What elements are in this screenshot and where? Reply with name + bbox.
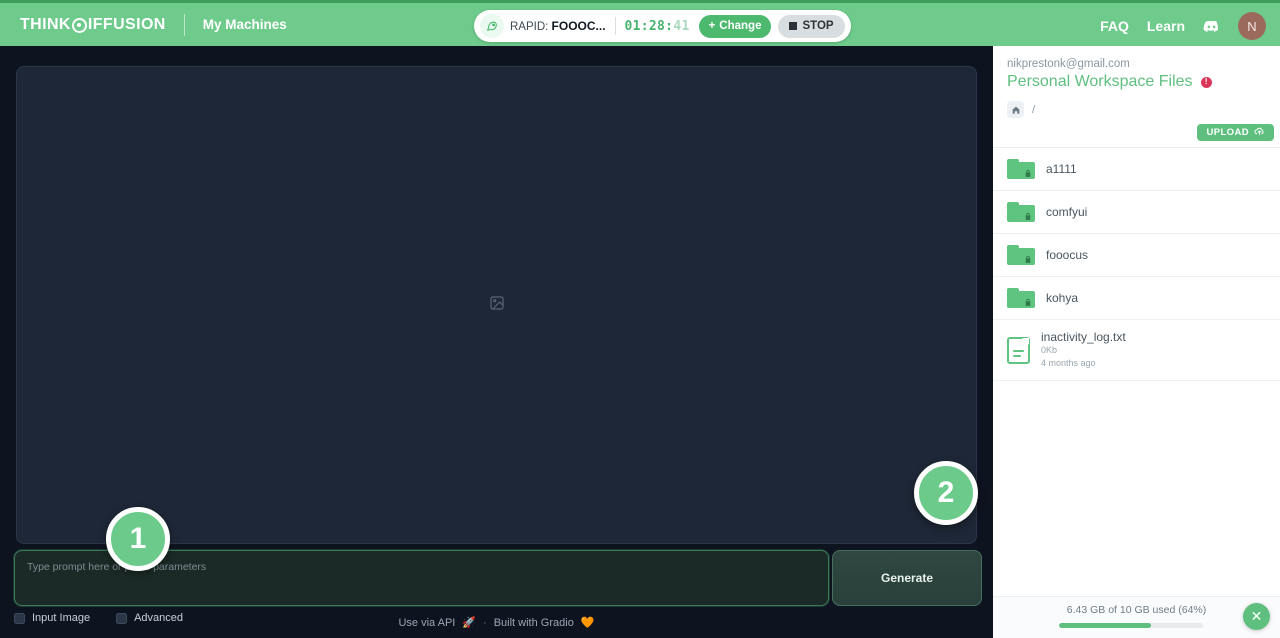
account-email: nikprestonk@gmail.com <box>1007 58 1130 70</box>
list-item-name: kohya <box>1046 291 1079 305</box>
upload-row: UPLOAD <box>993 118 1280 148</box>
upload-button[interactable]: UPLOAD <box>1197 124 1274 141</box>
change-button-label: Change <box>719 20 762 32</box>
change-machine-button[interactable]: + Change <box>698 14 772 38</box>
nav-faq[interactable]: FAQ <box>1100 18 1129 34</box>
close-icon: ✕ <box>1250 608 1263 624</box>
list-item[interactable]: a1111 <box>993 148 1280 191</box>
generate-button-label: Generate <box>880 571 934 585</box>
storage-usage-text: 6.43 GB of 10 GB used (64%) <box>1066 604 1207 616</box>
list-item-name: inactivity_log.txt <box>1041 330 1126 344</box>
list-item[interactable]: fooocus <box>993 234 1280 277</box>
folder-icon <box>1007 201 1035 223</box>
close-panel-button[interactable]: ✕ <box>1243 603 1270 630</box>
avatar-initial: N <box>1247 18 1257 34</box>
list-item[interactable]: kohya <box>993 277 1280 320</box>
header-right-nav: FAQ Learn N <box>1100 3 1266 49</box>
stop-square-icon <box>789 22 798 30</box>
machine-name-label: RAPID: FOOOC... <box>510 19 606 33</box>
stop-button-label: STOP <box>802 20 834 32</box>
list-item[interactable]: comfyui <box>993 191 1280 234</box>
brand-area: THINK IFFUSION My Machines <box>0 13 287 36</box>
fooocus-app-area: Generate Input Image Advanced Use via AP… <box>0 46 993 638</box>
logo-dot-icon <box>71 18 87 33</box>
timer-hours-minutes: 01:28: <box>624 18 674 34</box>
info-badge-glyph: ! <box>1204 77 1208 86</box>
timer-seconds: 41 <box>673 18 690 34</box>
storage-progress-track <box>1059 623 1203 628</box>
page-title: Personal Workspace Files <box>1007 73 1193 90</box>
breadcrumb: / <box>993 91 1280 118</box>
upload-button-label: UPLOAD <box>1206 127 1249 138</box>
built-with-gradio-link[interactable]: Built with Gradio <box>494 617 574 629</box>
pill-divider <box>614 17 616 35</box>
machine-label-name: FOOOC... <box>551 19 606 33</box>
lock-icon <box>1024 255 1032 264</box>
nav-my-machines[interactable]: My Machines <box>203 17 287 32</box>
list-item[interactable]: inactivity_log.txt 0Kb 4 months ago <box>993 320 1280 382</box>
panel-title-row: Personal Workspace Files ! <box>993 70 1280 91</box>
list-item-name: fooocus <box>1046 248 1089 262</box>
rocket-icon <box>480 14 504 38</box>
callout-badge-1: 1 <box>106 507 170 571</box>
list-item-modified: 4 months ago <box>1041 358 1096 369</box>
logo-text-second: IFFUSION <box>87 15 166 33</box>
nav-learn[interactable]: Learn <box>1147 18 1185 34</box>
home-icon[interactable] <box>1007 101 1024 118</box>
list-item-name: comfyui <box>1046 205 1088 219</box>
footer-separator: · <box>483 616 487 629</box>
info-badge-icon[interactable]: ! <box>1200 76 1212 88</box>
cloud-upload-icon <box>1254 127 1265 139</box>
session-timer: 01:28:41 <box>625 19 690 34</box>
gradio-footer: Use via API 🚀 · Built with Gradio 🧡 <box>0 616 993 630</box>
callout-badge-2-number: 2 <box>937 476 955 509</box>
machine-label-prefix: RAPID: <box>510 21 552 33</box>
callout-badge-1-number: 1 <box>129 522 147 555</box>
brand-divider <box>183 13 185 36</box>
text-file-icon <box>1007 336 1030 364</box>
folder-icon <box>1007 158 1035 180</box>
use-via-api-link[interactable]: Use via API <box>398 617 455 629</box>
list-item-size: 0Kb <box>1041 345 1058 355</box>
image-placeholder-icon <box>489 295 505 316</box>
list-item-details: inactivity_log.txt 0Kb 4 months ago <box>1041 330 1126 370</box>
lock-icon <box>1024 212 1032 221</box>
plus-icon: + <box>708 20 716 32</box>
app-window: THINK IFFUSION My Machines RAPID: FOOOC.… <box>0 0 1280 638</box>
storage-footer: 6.43 GB of 10 GB used (64%) ✕ <box>993 596 1280 638</box>
top-header: THINK IFFUSION My Machines RAPID: FOOOC.… <box>0 0 1280 46</box>
storage-progress-fill <box>1059 623 1152 628</box>
gradio-heart-icon: 🧡 <box>580 617 595 629</box>
lock-icon <box>1024 169 1032 178</box>
image-gallery-canvas[interactable] <box>16 66 977 544</box>
rocket-icon: 🚀 <box>462 617 477 629</box>
list-item-name: a1111 <box>1046 162 1077 176</box>
callout-badge-2: 2 <box>914 461 978 525</box>
logo-text-first: THINK <box>20 15 71 33</box>
breadcrumb-path: / <box>1032 103 1036 116</box>
lock-icon <box>1024 298 1032 307</box>
discord-icon[interactable] <box>1203 20 1220 33</box>
user-avatar[interactable]: N <box>1238 12 1266 40</box>
generate-button[interactable]: Generate <box>832 550 982 606</box>
workspace-files-panel: nikprestonk@gmail.com Personal Workspace… <box>993 46 1280 638</box>
folder-icon <box>1007 244 1035 266</box>
stop-machine-button[interactable]: STOP <box>778 14 845 38</box>
thinkdiffusion-logo[interactable]: THINK IFFUSION <box>20 16 166 34</box>
machine-status-pill: RAPID: FOOOC... 01:28:41 + Change STOP <box>474 10 851 42</box>
folder-icon <box>1007 287 1035 309</box>
